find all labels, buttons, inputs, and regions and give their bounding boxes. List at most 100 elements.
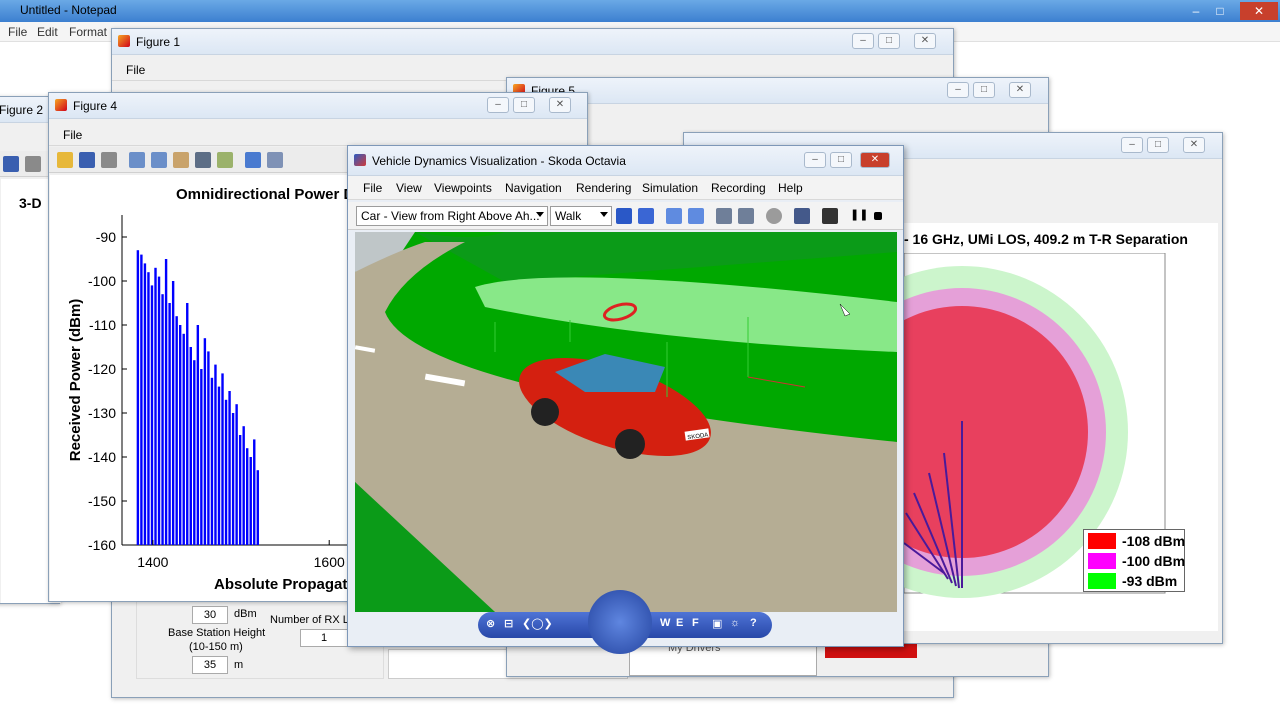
bar — [238, 435, 242, 545]
flag-icon[interactable] — [638, 208, 654, 224]
menu-format[interactable]: Format — [69, 25, 107, 39]
menu-edit[interactable]: Edit — [37, 25, 58, 39]
bar — [256, 470, 259, 545]
menu-file[interactable]: File — [126, 63, 145, 77]
save-icon[interactable] — [3, 156, 19, 172]
minimize-icon[interactable]: – — [487, 97, 509, 113]
bar — [157, 276, 161, 545]
print-icon[interactable] — [101, 152, 117, 168]
3d-scene-viewport[interactable]: SKODA — [355, 232, 897, 612]
pan-icon[interactable] — [173, 152, 189, 168]
minimize-icon[interactable]: – — [804, 152, 826, 168]
view-all-icon[interactable]: ▣ — [712, 617, 722, 630]
viewpoint-select-value: Car - View from Right Above Ah... — [361, 209, 540, 223]
walk-mode-button[interactable]: W — [660, 617, 670, 629]
menu-recording[interactable]: Recording — [711, 181, 766, 195]
data-cursor-icon[interactable] — [217, 152, 233, 168]
bs-height-input[interactable]: 35 — [192, 656, 228, 674]
bar — [140, 254, 143, 545]
maximize-icon[interactable]: □ — [878, 33, 900, 49]
minimize-icon[interactable]: ⊟ — [504, 617, 513, 630]
viewpoint-select[interactable]: Car - View from Right Above Ah... — [356, 206, 548, 226]
y-axis-label: Received Power (dBm) — [67, 299, 84, 462]
maximize-icon[interactable]: □ — [1147, 137, 1169, 153]
y-tick-label: -90 — [96, 229, 116, 245]
rotate-icon[interactable] — [195, 152, 211, 168]
zoom-in-icon[interactable] — [129, 152, 145, 168]
minimize-icon[interactable]: – — [1121, 137, 1143, 153]
navigation-panel[interactable]: ⊗ ⊟ ❮◯❯ W E F ▣ ☼ ? — [478, 590, 772, 654]
figure-1-titlebar: Figure 1 – □ ✕ — [112, 29, 953, 55]
close-icon[interactable]: ✕ — [549, 97, 571, 113]
examine-mode-button[interactable]: E — [676, 617, 683, 629]
zoom-out-icon[interactable] — [151, 152, 167, 168]
zoom-in-icon[interactable] — [716, 208, 732, 224]
undo-move-icon[interactable] — [688, 208, 704, 224]
legend-label: -93 dBm — [1122, 573, 1178, 589]
maximize-icon[interactable]: □ — [1207, 2, 1233, 20]
bar — [224, 399, 228, 545]
menu-view[interactable]: View — [396, 181, 422, 195]
colorbar-icon[interactable] — [245, 152, 261, 168]
vdv-window[interactable]: Vehicle Dynamics Visualization - Skoda O… — [347, 145, 904, 654]
maximize-icon[interactable]: □ — [513, 97, 535, 113]
bar — [161, 294, 164, 545]
maximize-icon[interactable]: □ — [973, 82, 995, 98]
menu-rendering[interactable]: Rendering — [576, 181, 631, 195]
bar — [246, 448, 249, 545]
bar — [147, 272, 150, 545]
bar — [186, 303, 189, 545]
settings-icon[interactable]: ☼ — [730, 617, 740, 629]
menu-viewpoints[interactable]: Viewpoints — [434, 181, 492, 195]
bar — [150, 285, 154, 545]
rx-locations-input[interactable]: 1 — [300, 629, 348, 647]
navigation-mode-value: Walk — [555, 209, 582, 223]
playlist-icon[interactable] — [794, 208, 810, 224]
matlab-icon — [118, 35, 130, 47]
nav-wheel-icon[interactable] — [588, 590, 652, 654]
help-icon[interactable]: ? — [750, 617, 757, 629]
straighten-up-icon[interactable] — [666, 208, 682, 224]
close-icon[interactable]: ✕ — [1009, 82, 1031, 98]
y-tick-label: -140 — [88, 449, 116, 465]
record-icon[interactable] — [766, 208, 782, 224]
bar — [136, 250, 140, 545]
bar — [164, 259, 168, 545]
print-icon[interactable] — [25, 156, 41, 172]
menu-navigation[interactable]: Navigation — [505, 181, 562, 195]
minimize-icon[interactable]: – — [852, 33, 874, 49]
stop-icon[interactable] — [874, 212, 882, 220]
menu-file[interactable]: File — [8, 25, 27, 39]
figure-5-titlebar: Figure 5 – □ ✕ — [507, 78, 1048, 104]
close-icon[interactable]: ✕ — [860, 152, 890, 168]
legend-icon[interactable] — [267, 152, 283, 168]
bs-power-input[interactable]: 30 — [192, 606, 228, 624]
bs-height-label: Base Station Height — [168, 627, 266, 639]
open-icon[interactable] — [57, 152, 73, 168]
save-icon[interactable] — [79, 152, 95, 168]
maximize-icon[interactable]: □ — [830, 152, 852, 168]
menu-simulation[interactable]: Simulation — [642, 181, 698, 195]
back-arrow-icon[interactable] — [616, 208, 632, 224]
menu-help[interactable]: Help — [778, 181, 803, 195]
bar — [196, 325, 200, 545]
navigation-mode-select[interactable]: Walk — [550, 206, 612, 226]
minimize-icon[interactable]: – — [1183, 2, 1209, 20]
bs-height-range: (10-150 m) — [189, 641, 243, 653]
menu-file[interactable]: File — [363, 181, 382, 195]
close-icon[interactable]: ⊗ — [486, 617, 495, 630]
minimize-icon[interactable]: – — [947, 82, 969, 98]
nav-left-icon[interactable]: ❮◯❯ — [522, 617, 553, 630]
camera-icon[interactable] — [822, 208, 838, 224]
menu-file[interactable]: File — [63, 128, 82, 142]
bar — [178, 325, 182, 545]
bar — [189, 347, 192, 545]
close-icon[interactable]: ✕ — [1183, 137, 1205, 153]
vdv-menubar: File View Viewpoints Navigation Renderin… — [348, 176, 903, 200]
fly-mode-button[interactable]: F — [692, 617, 699, 629]
zoom-out-icon[interactable] — [738, 208, 754, 224]
close-icon[interactable]: ✕ — [914, 33, 936, 49]
pause-icon[interactable]: ❚❚ — [850, 208, 868, 224]
close-icon[interactable]: ✕ — [1240, 2, 1278, 20]
bar — [210, 377, 214, 545]
